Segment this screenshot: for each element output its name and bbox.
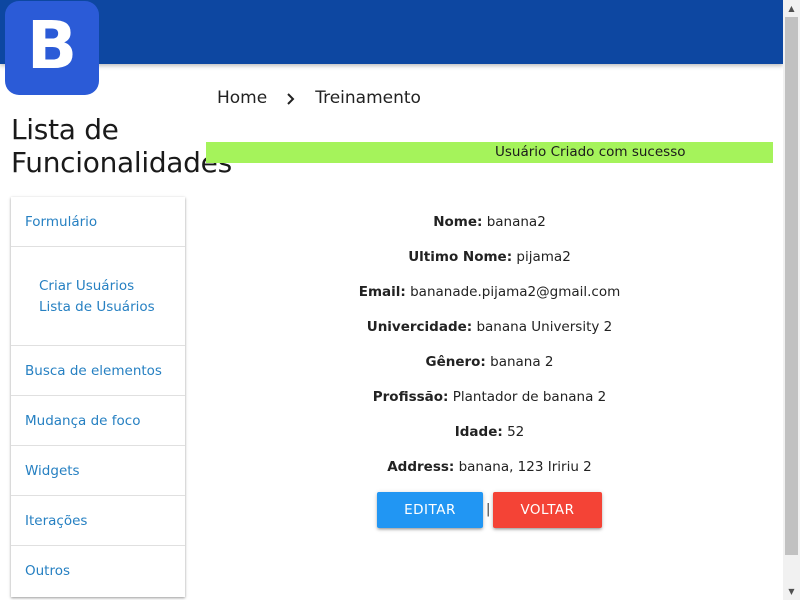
detail-label: Profissão: (372, 389, 449, 405)
vertical-scrollbar[interactable]: ▲ ▼ (783, 0, 800, 600)
edit-button[interactable]: EDITAR (377, 492, 483, 528)
detail-row-genero: Gênero: banana 2 (206, 348, 773, 376)
button-separator: | (486, 502, 491, 517)
back-button[interactable]: VOLTAR (493, 492, 602, 528)
detail-label: Univercidade: (366, 319, 473, 335)
page: B ▲ ▼ Home Treinamento Lista de Funciona… (0, 0, 800, 600)
detail-value: 52 (507, 424, 525, 440)
detail-label: Gênero: (425, 354, 486, 370)
detail-row-idade: Idade: 52 (206, 418, 773, 446)
detail-label: Idade: (454, 424, 503, 440)
scroll-up-arrow-icon[interactable]: ▲ (783, 0, 800, 17)
success-alert-message: Usuário Criado com sucesso (495, 144, 686, 160)
top-navbar (0, 0, 783, 64)
sidebar-item-outros[interactable]: Outros (11, 546, 185, 596)
sidebar-item-widgets[interactable]: Widgets (11, 446, 185, 496)
detail-value: banana, 123 Iririu 2 (458, 459, 592, 475)
success-alert: Usuário Criado com sucesso (206, 142, 773, 163)
detail-label: Ultimo Nome: (408, 249, 513, 265)
logo-letter: B (26, 7, 78, 84)
detail-row-address: Address: banana, 123 Iririu 2 (206, 453, 773, 481)
detail-value: pijama2 (516, 249, 571, 265)
sidebar-item-busca-elementos[interactable]: Busca de elementos (11, 346, 185, 396)
detail-label: Email: (358, 284, 406, 300)
detail-value: banana University 2 (476, 319, 613, 335)
sidebar-item-formulario[interactable]: Formulário (11, 197, 185, 247)
detail-row-profissao: Profissão: Plantador de banana 2 (206, 383, 773, 411)
detail-row-univercidade: Univercidade: banana University 2 (206, 313, 773, 341)
breadcrumb-current[interactable]: Treinamento (315, 88, 421, 108)
detail-label: Address: (387, 459, 455, 475)
breadcrumb-home-link[interactable]: Home (217, 88, 267, 108)
sidebar-link-lista-usuarios[interactable]: Lista de Usuários (39, 298, 155, 316)
sidebar-submenu-formulario: Criar Usuários Lista de Usuários (11, 247, 185, 346)
detail-value: banana 2 (490, 354, 554, 370)
sidebar-link-criar-usuarios[interactable]: Criar Usuários (39, 277, 134, 295)
chevron-right-icon (286, 91, 296, 111)
detail-value: Plantador de banana 2 (452, 389, 607, 405)
brand-logo[interactable]: B (5, 1, 99, 95)
sidebar-item-iteracoes[interactable]: Iterações (11, 496, 185, 546)
sidebar-menu: Formulário Criar Usuários Lista de Usuár… (11, 197, 185, 597)
breadcrumb: Home Treinamento (217, 86, 421, 110)
scroll-down-arrow-icon[interactable]: ▼ (783, 583, 800, 600)
detail-row-email: Email: bananade.pijama2@gmail.com (206, 278, 773, 306)
scrollbar-thumb[interactable] (785, 17, 798, 555)
detail-value: bananade.pijama2@gmail.com (410, 284, 621, 300)
detail-row-nome: Nome: banana2 (206, 208, 773, 236)
detail-row-ultimo-nome: Ultimo Nome: pijama2 (206, 243, 773, 271)
sidebar-item-mudanca-foco[interactable]: Mudança de foco (11, 396, 185, 446)
detail-label: Nome: (433, 214, 483, 230)
detail-value: banana2 (486, 214, 546, 230)
